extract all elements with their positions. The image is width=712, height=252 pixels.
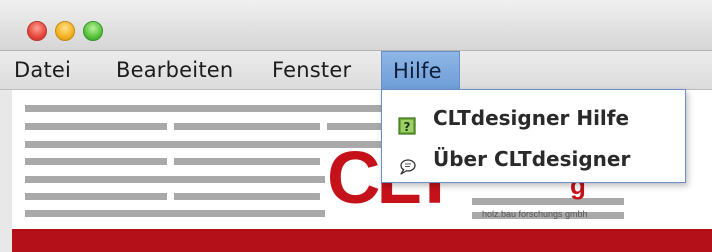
help-dropdown-menu: ? CLTdesigner Hilfe Über CLTdesigner xyxy=(381,89,686,183)
decor-bar xyxy=(174,158,320,165)
decor-bar xyxy=(25,158,167,165)
logo-subtitle: holz.bau forschungs gmbh xyxy=(482,209,588,219)
decor-bar xyxy=(25,176,325,183)
decor-bar xyxy=(25,210,325,217)
decor-bar xyxy=(25,105,385,112)
menu-item-label: Über CLTdesigner xyxy=(433,147,631,171)
decor-bar xyxy=(327,123,382,130)
help-book-icon: ? xyxy=(398,109,416,135)
menu-item-about-cltdesigner[interactable]: Über CLTdesigner xyxy=(382,140,685,178)
menu-item-label: CLTdesigner Hilfe xyxy=(433,106,630,130)
title-bar xyxy=(0,0,712,51)
decor-bar xyxy=(174,193,320,200)
zoom-window-button[interactable] xyxy=(83,21,103,41)
decor-bar xyxy=(25,193,167,200)
decor-bar xyxy=(472,198,624,205)
menu-fenster[interactable]: Fenster xyxy=(272,51,351,89)
close-window-button[interactable] xyxy=(27,21,47,41)
minimize-window-button[interactable] xyxy=(55,21,75,41)
menu-hilfe[interactable]: Hilfe xyxy=(381,51,460,89)
menu-bar: Datei Bearbeiten Fenster Hilfe xyxy=(0,51,712,90)
svg-text:?: ? xyxy=(404,120,411,134)
speech-bubble-icon xyxy=(398,150,416,175)
red-footer-band xyxy=(12,229,712,252)
menu-bearbeiten[interactable]: Bearbeiten xyxy=(116,51,233,89)
decor-bar xyxy=(25,123,167,130)
menu-datei[interactable]: Datei xyxy=(14,51,71,89)
decor-bar xyxy=(174,123,320,130)
menu-item-cltdesigner-help[interactable]: ? CLTdesigner Hilfe xyxy=(382,99,685,137)
